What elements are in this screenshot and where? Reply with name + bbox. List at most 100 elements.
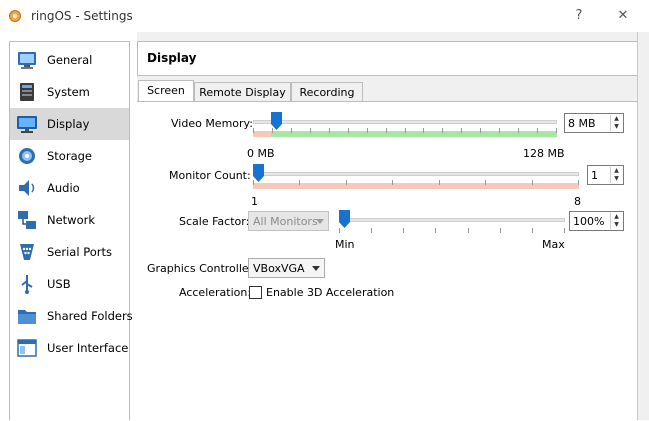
display-icon: [17, 116, 37, 133]
monitor-count-spinbox[interactable]: 1 ▲ ▼: [587, 165, 624, 185]
slider-tick: [253, 128, 254, 133]
slider-tick: [299, 180, 300, 185]
scale-factor-slider-track[interactable]: [339, 218, 565, 222]
graphics-controller-value: VBoxVGA: [253, 262, 305, 275]
slider-tick: [532, 228, 533, 233]
scale-factor-monitor-select: All Monitors: [248, 211, 329, 231]
enable-3d-acceleration-checkbox[interactable]: [249, 286, 262, 299]
sidebar-item-label: Serial Ports: [47, 245, 112, 259]
monitor-count-slider-track[interactable]: [253, 172, 579, 176]
monitor-count-ticks: [253, 180, 579, 186]
title-bar: ringOS - Settings ? ✕: [0, 0, 649, 32]
spin-down-arrow-icon[interactable]: ▼: [611, 175, 622, 183]
close-button[interactable]: ✕: [610, 5, 636, 27]
monitor-count-label: Monitor Count:: [169, 169, 251, 182]
sidebar-item-general[interactable]: General: [10, 44, 129, 76]
user-interface-icon: [17, 339, 37, 357]
sidebar-item-label: Shared Folders: [47, 309, 133, 323]
sidebar-item-label: User Interface: [47, 341, 129, 355]
slider-tick: [485, 180, 486, 185]
page-header: Display: [137, 41, 638, 76]
sidebar-item-shared-folders[interactable]: Shared Folders: [10, 300, 133, 332]
video-memory-max-label: 128 MB: [523, 147, 565, 160]
sidebar-item-label: General: [47, 53, 93, 67]
scale-factor-min-label: Min: [335, 238, 355, 251]
slider-tick: [392, 180, 393, 185]
graphics-controller-label: Graphics Controller:: [147, 262, 257, 275]
monitor-count-min-label: 1: [251, 195, 258, 208]
sidebar-item-system[interactable]: System: [10, 76, 129, 108]
slider-tick: [346, 180, 347, 185]
slider-tick: [405, 128, 406, 133]
slider-tick: [403, 228, 404, 233]
slider-tick: [564, 228, 565, 233]
sidebar-item-label: Network: [47, 213, 96, 227]
network-icon: [18, 211, 36, 229]
sidebar-item-audio[interactable]: Audio: [10, 172, 129, 204]
sidebar-item-label: System: [47, 85, 90, 99]
tab-recording[interactable]: Recording: [291, 82, 363, 102]
monitor-count-slider-handle[interactable]: [253, 164, 264, 182]
sidebar-item-label: Audio: [47, 181, 80, 195]
window-edge: [637, 32, 649, 420]
screen-tab-content: Video Memory: 0 MB 128 MB 8 MB ▲ ▼ Monit…: [137, 101, 638, 421]
spin-buttons: ▲ ▼: [610, 213, 622, 229]
enable-3d-acceleration-label[interactable]: Enable 3D Acceleration: [266, 286, 394, 299]
usb-icon: [21, 275, 33, 294]
sidebar-item-label: USB: [47, 277, 71, 291]
system-icon: [20, 83, 34, 101]
video-memory-slider-track[interactable]: [253, 120, 557, 124]
slider-tick: [500, 228, 501, 233]
shared-folders-icon: [18, 310, 36, 324]
scale-factor-max-label: Max: [542, 238, 565, 251]
spin-buttons: ▲ ▼: [610, 115, 622, 131]
scale-factor-spinbox[interactable]: 100% ▲ ▼: [569, 211, 624, 231]
slider-tick: [442, 128, 443, 133]
sidebar-item-usb[interactable]: USB: [10, 268, 129, 300]
video-memory-slider-handle[interactable]: [271, 112, 282, 130]
scale-factor-label: Scale Factor:: [179, 215, 250, 228]
slider-tick: [329, 128, 330, 133]
sidebar-item-label: Storage: [47, 149, 92, 163]
scale-factor-slider-handle[interactable]: [339, 210, 350, 228]
graphics-controller-select[interactable]: VBoxVGA: [248, 258, 325, 278]
slider-tick: [310, 128, 311, 133]
scale-factor-monitor-value: All Monitors: [253, 215, 318, 228]
tab-screen[interactable]: Screen: [138, 80, 194, 102]
sidebar-item-display[interactable]: Display: [10, 108, 129, 140]
slider-tick: [439, 180, 440, 185]
slider-tick: [537, 128, 538, 133]
monitor-count-value: 1: [591, 169, 598, 182]
settings-sidebar: General System Display Storage Audio Net…: [9, 41, 133, 420]
sidebar-item-network[interactable]: Network: [10, 204, 129, 236]
help-button[interactable]: ?: [566, 5, 592, 27]
chevron-down-icon: [312, 266, 320, 271]
chevron-down-icon: [316, 219, 324, 224]
spin-up-arrow-icon[interactable]: ▲: [611, 213, 622, 221]
monitor-count-max-label: 8: [574, 195, 581, 208]
slider-tick: [518, 128, 519, 133]
video-memory-spinbox[interactable]: 8 MB ▲ ▼: [564, 113, 624, 133]
slider-tick: [480, 128, 481, 133]
sidebar-item-storage[interactable]: Storage: [10, 140, 129, 172]
audio-icon: [19, 180, 35, 196]
slider-tick: [461, 128, 462, 133]
slider-tick: [386, 128, 387, 133]
sidebar-item-user-interface[interactable]: User Interface: [10, 332, 129, 364]
video-memory-ticks: [253, 128, 557, 134]
spin-down-arrow-icon[interactable]: ▼: [611, 123, 622, 131]
spin-down-arrow-icon[interactable]: ▼: [611, 221, 622, 229]
spin-up-arrow-icon[interactable]: ▲: [611, 167, 622, 175]
slider-tick: [367, 128, 368, 133]
slider-tick: [348, 128, 349, 133]
spin-up-arrow-icon[interactable]: ▲: [611, 115, 622, 123]
sidebar-item-serial-ports[interactable]: Serial Ports: [10, 236, 129, 268]
slider-tick: [339, 228, 340, 233]
tab-remote-display[interactable]: Remote Display: [194, 82, 291, 102]
acceleration-label: Acceleration:: [179, 286, 252, 299]
video-memory-value: 8 MB: [568, 117, 596, 130]
storage-icon: [19, 148, 35, 164]
app-icon: [9, 10, 21, 22]
general-icon: [18, 52, 36, 69]
settings-panel: Display Screen Remote Display Recording …: [137, 32, 638, 421]
